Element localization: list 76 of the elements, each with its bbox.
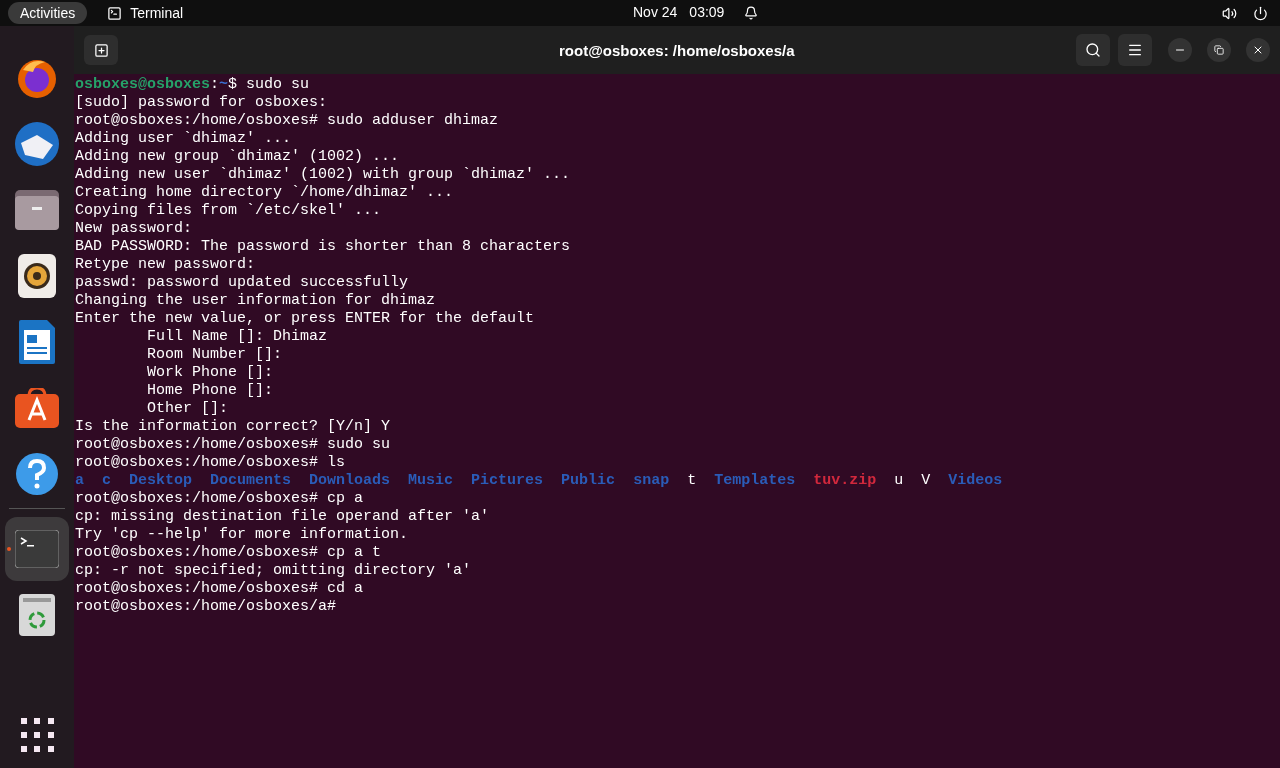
directory-name: Documents bbox=[210, 472, 292, 490]
search-icon bbox=[1085, 42, 1101, 58]
terminal-line: [sudo] password for osboxes: bbox=[75, 94, 328, 112]
terminal-line: root@osboxes:/home/osboxes# sudo adduser dhimaz bbox=[75, 112, 499, 130]
prompt-path: ~ bbox=[219, 76, 229, 94]
bell-icon bbox=[744, 5, 759, 20]
directory-name: Downloads bbox=[309, 472, 391, 490]
terminal-line: Adding user `dhimaz' ... bbox=[75, 130, 292, 148]
app-menu-button[interactable]: Terminal bbox=[107, 2, 184, 24]
directory-name: Desktop bbox=[129, 472, 193, 490]
minimize-button[interactable] bbox=[1168, 38, 1192, 62]
directory-name: Public bbox=[561, 472, 616, 490]
volume-icon[interactable] bbox=[1222, 5, 1237, 21]
terminal-line: Full Name []: Dhimaz bbox=[146, 328, 328, 346]
prompt-user: osboxes@osboxes bbox=[75, 76, 211, 94]
terminal-line: cp: missing destination file operand after 'a' bbox=[75, 508, 490, 526]
terminal-line: Other []: bbox=[146, 400, 229, 418]
terminal-line: Adding new user `dhimaz' (1002) with group `dhimaz' ... bbox=[75, 166, 571, 184]
archive-name: tuv.zip bbox=[813, 472, 877, 490]
terminal-line: root@osboxes:/home/osboxes# cp a bbox=[75, 490, 364, 508]
terminal-line: root@osboxes:/home/osboxes/a# bbox=[75, 598, 337, 616]
close-button[interactable] bbox=[1246, 38, 1270, 62]
shopping-bag-icon bbox=[15, 388, 59, 428]
power-icon[interactable] bbox=[1253, 5, 1268, 21]
terminal-line: Retype new password: bbox=[75, 256, 256, 274]
window-title: root@osboxes: /home/osboxes/a bbox=[559, 41, 795, 61]
directory-name: Music bbox=[408, 472, 454, 490]
activities-button[interactable]: Activities bbox=[8, 2, 88, 24]
terminal-line: : bbox=[210, 76, 220, 94]
terminal-line: root@osboxes:/home/osboxes# sudo su bbox=[75, 436, 391, 454]
folder-icon bbox=[15, 190, 59, 230]
speaker-icon bbox=[18, 254, 56, 298]
terminal-line: BAD PASSWORD: The password is shorter than 8 characters bbox=[75, 238, 571, 256]
terminal-icon bbox=[107, 5, 123, 21]
directory-name: Templates bbox=[714, 472, 796, 490]
new-tab-button[interactable] bbox=[84, 35, 118, 65]
file-name: t bbox=[687, 472, 697, 490]
terminal-line: root@osboxes:/home/osboxes# ls bbox=[75, 454, 346, 472]
clock-button[interactable]: Nov 24 03:09 bbox=[633, 2, 759, 23]
menu-button[interactable] bbox=[1118, 34, 1152, 66]
close-icon bbox=[1252, 44, 1264, 56]
new-tab-icon bbox=[93, 42, 109, 58]
search-button[interactable] bbox=[1076, 34, 1110, 66]
terminal-line: Is the information correct? [Y/n] Y bbox=[75, 418, 391, 436]
terminal-line: cp: -r not specified; omitting directory 'a' bbox=[75, 562, 472, 580]
terminal-line: Adding new group `dhimaz' (1002) ... bbox=[75, 148, 400, 166]
date-text: Nov 24 bbox=[633, 3, 678, 22]
terminal-line: root@osboxes:/home/osboxes# cp a t bbox=[75, 544, 382, 562]
maximize-button[interactable] bbox=[1207, 38, 1231, 62]
terminal-line: $ sudo su bbox=[228, 76, 310, 94]
file-name: u bbox=[894, 472, 904, 490]
terminal-icon bbox=[15, 530, 59, 568]
directory-name: c bbox=[102, 472, 112, 490]
terminal-line: Copying files from `/etc/skel' ... bbox=[75, 202, 382, 220]
terminal-line: root@osboxes:/home/osboxes# cd a bbox=[75, 580, 364, 598]
terminal-line: Changing the user information for dhimaz bbox=[75, 292, 436, 310]
trash-can-icon bbox=[19, 594, 55, 636]
file-name: V bbox=[921, 472, 931, 490]
terminal-line: passwd: password updated successfully bbox=[75, 274, 409, 292]
terminal-line: Home Phone []: bbox=[146, 382, 274, 400]
terminal-line: Work Phone []: bbox=[146, 364, 274, 382]
restore-icon bbox=[1214, 45, 1224, 55]
terminal-line: Try 'cp --help' for more information. bbox=[75, 526, 409, 544]
directory-name: snap bbox=[633, 472, 670, 490]
directory-name: Videos bbox=[948, 472, 1003, 490]
document-icon bbox=[19, 320, 55, 364]
terminal-line: Creating home directory `/home/dhimaz' ... bbox=[75, 184, 454, 202]
question-mark-icon bbox=[15, 452, 59, 496]
time-text: 03:09 bbox=[689, 3, 725, 22]
terminal-line: Room Number []: bbox=[146, 346, 283, 364]
terminal-line: New password: bbox=[75, 220, 193, 238]
bird-envelope-icon bbox=[13, 121, 61, 167]
terminal-line: Enter the new value, or press ENTER for the default bbox=[75, 310, 535, 328]
directory-name: Pictures bbox=[471, 472, 544, 490]
directory-name: a bbox=[75, 472, 84, 490]
menu-icon bbox=[1127, 42, 1143, 58]
